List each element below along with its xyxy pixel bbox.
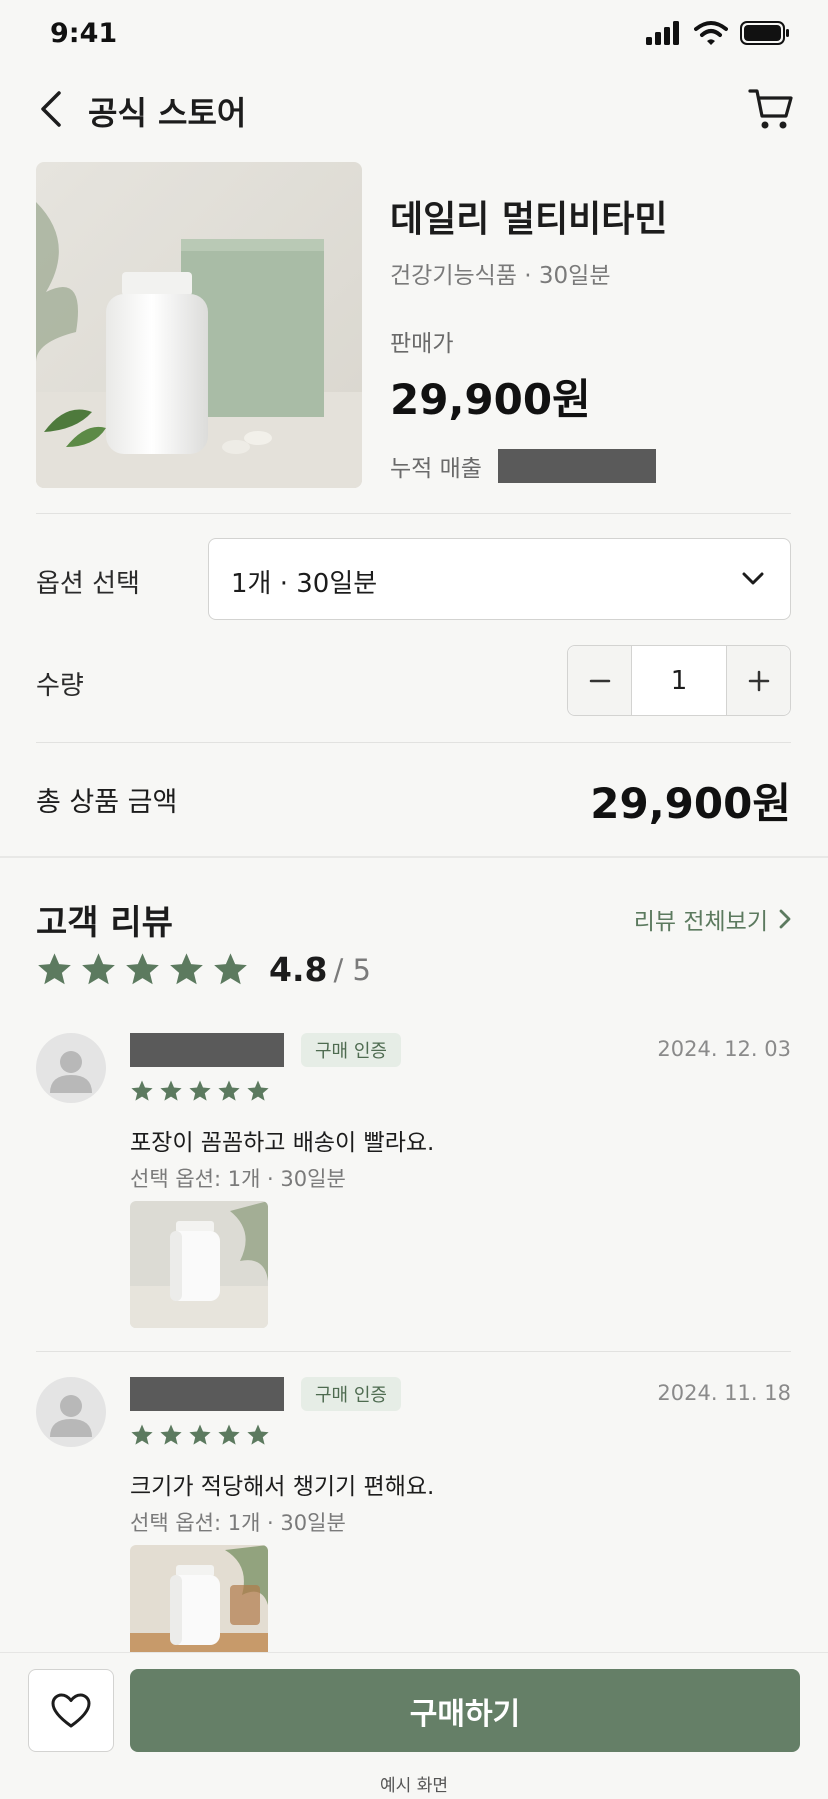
chevron-left-icon [41, 91, 61, 127]
sales-label: 누적 매출 [390, 456, 482, 482]
cart-icon [748, 89, 793, 129]
page-title: 공식 스토어 [88, 94, 247, 132]
purchase-verified-badge: 구매 인증 [301, 1033, 401, 1067]
review-text: 포장이 꼼꼼하고 배송이 빨라요. [130, 1130, 435, 1156]
price-label: 판매가 [390, 331, 454, 357]
quantity-stepper: 1 [567, 645, 791, 716]
quantity-label: 수량 [36, 671, 84, 701]
status-icons [646, 20, 790, 46]
plus-icon [748, 670, 769, 691]
signal-icon [646, 21, 679, 45]
star-icon [189, 1424, 211, 1445]
star-icon [214, 953, 247, 985]
review-option: 선택 옵션: 1개 · 30일분 [130, 1167, 346, 1191]
product-image[interactable] [36, 162, 362, 488]
product-price: 29,900원 [390, 375, 591, 424]
star-icon [160, 1080, 182, 1101]
product-info: 데일리 멀티비타민 건강기능식품 · 30일분 판매가 29,900원 누적 매… [390, 190, 790, 483]
rating-value: 4.8 [269, 950, 328, 989]
purchase-verified-badge: 구매 인증 [301, 1377, 401, 1411]
divider [36, 742, 791, 743]
star-icon [131, 1424, 153, 1445]
heart-icon [51, 1693, 91, 1727]
divider [36, 1351, 791, 1352]
star-icon [38, 953, 71, 985]
star-icon [82, 953, 115, 985]
back-button[interactable] [26, 84, 76, 134]
total-price: 29,900원 [590, 779, 791, 828]
chevron-right-icon [779, 909, 791, 929]
view-all-reviews-link[interactable]: 리뷰 전체보기 [634, 902, 792, 936]
star-icon [218, 1080, 240, 1101]
bottom-action-bar: 구매하기 예시 화면 [0, 1652, 828, 1799]
total-label: 총 상품 금액 [36, 787, 178, 818]
quantity-increase-button[interactable] [726, 646, 790, 715]
rating-max: / 5 [333, 952, 371, 987]
review-item: 구매 인증 2024. 12. 03 포장이 꼼꼼하고 배송이 빨라요. 선택 … [36, 1033, 791, 1333]
rating-summary: 4.8 / 5 [36, 950, 371, 989]
star-icon [218, 1424, 240, 1445]
review-photo[interactable] [130, 1545, 268, 1652]
review-text: 크기가 적당해서 챙기기 편해요. [130, 1474, 435, 1500]
star-icon [126, 953, 159, 985]
review-stars [130, 1423, 270, 1447]
product-name: 데일리 멀티비타민 [390, 199, 668, 240]
review-date: 2024. 11. 18 [657, 1381, 791, 1405]
option-label: 옵션 선택 [36, 569, 140, 599]
sales-redacted-value [497, 449, 656, 483]
battery-icon [740, 21, 789, 45]
divider [36, 513, 791, 514]
minus-icon [589, 679, 610, 682]
review-item: 구매 인증 2024. 11. 18 크기가 적당해서 챙기기 편해요. 선택 … [36, 1377, 791, 1652]
review-date: 2024. 12. 03 [657, 1037, 791, 1061]
star-icon [160, 1424, 182, 1445]
view-all-reviews-label: 리뷰 전체보기 [633, 909, 768, 935]
user-icon [50, 1395, 92, 1437]
reviewer-name-redacted [130, 1033, 284, 1067]
quantity-value[interactable]: 1 [632, 646, 726, 715]
wishlist-button[interactable] [28, 1669, 114, 1752]
sample-screen-caption: 예시 화면 [380, 1776, 448, 1796]
option-selected-value: 1개 · 30일분 [231, 569, 378, 599]
star-icon [170, 953, 203, 985]
star-icon [247, 1424, 269, 1445]
cart-button[interactable] [744, 82, 798, 136]
section-divider [0, 856, 828, 858]
star-icon [247, 1080, 269, 1101]
star-icon [131, 1080, 153, 1101]
reviewer-name-redacted [130, 1377, 284, 1411]
nav-bar: 공식 스토어 [0, 76, 828, 142]
sales-row: 누적 매출 [390, 449, 790, 483]
wifi-icon [694, 21, 728, 45]
reviews-title: 고객 리뷰 [36, 903, 173, 943]
review-stars [130, 1079, 270, 1103]
status-bar: 9:41 [0, 0, 828, 66]
user-icon [50, 1051, 92, 1093]
star-icon [189, 1080, 211, 1101]
review-photo[interactable] [130, 1201, 268, 1328]
chevron-down-icon [742, 572, 764, 585]
status-time: 9:41 [50, 18, 118, 49]
avatar [36, 1033, 106, 1103]
product-subtitle: 건강기능식품 · 30일분 [390, 263, 611, 289]
rating-stars [36, 951, 249, 988]
option-select[interactable]: 1개 · 30일분 [208, 538, 791, 620]
review-option: 선택 옵션: 1개 · 30일분 [130, 1511, 346, 1535]
buy-button[interactable]: 구매하기 [130, 1669, 800, 1752]
avatar [36, 1377, 106, 1447]
quantity-decrease-button[interactable] [568, 646, 632, 715]
